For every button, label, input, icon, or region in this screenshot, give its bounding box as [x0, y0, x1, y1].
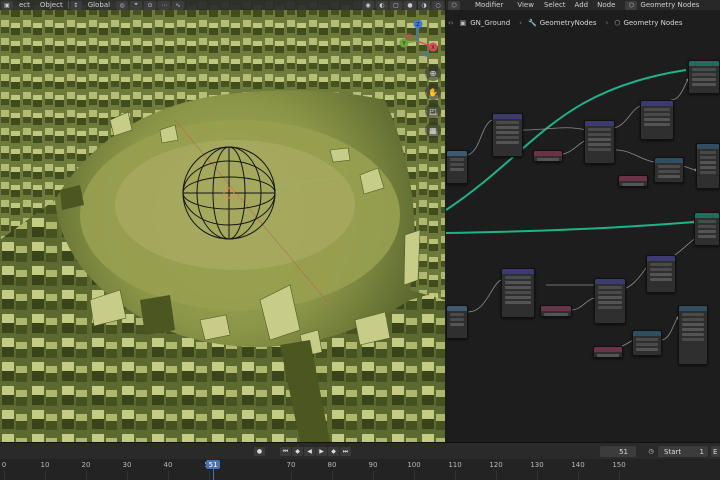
timeline-header: ● ⏮ ◆ ◀ ▶ ◆ ⏭ 51 ◷ Start 1 E — [0, 443, 720, 459]
ruler-tick-label: 140 — [571, 461, 585, 469]
pan-hand-icon[interactable]: ✋ — [425, 84, 441, 100]
jump-start-icon[interactable]: ⏮ — [280, 447, 291, 456]
camera-view-icon[interactable]: ◰ — [425, 103, 441, 119]
proportional-icon[interactable]: ⊙ — [144, 0, 157, 10]
gizmo-x-label: X — [431, 45, 435, 51]
node-set-position-2[interactable] — [646, 255, 676, 293]
ruler-tick-label: 40 — [163, 461, 173, 469]
ruler-tick-label: 70 — [286, 461, 296, 469]
ruler-tick-line — [168, 471, 169, 480]
ruler-tick-line — [578, 471, 579, 480]
proportional-editing-icon[interactable]: ∿ — [172, 0, 185, 10]
visibility-icon[interactable]: ◉ — [362, 0, 374, 10]
navigation-gizmo[interactable]: X Y Z — [392, 16, 442, 66]
node-value[interactable] — [533, 150, 563, 162]
xray-icon[interactable]: ▢ — [390, 0, 402, 10]
transform-icon[interactable]: ↕ — [69, 0, 82, 10]
node-vector-math-2[interactable] — [584, 120, 615, 164]
node-vector-math-3[interactable] — [501, 268, 535, 318]
ruler-tick-line — [414, 471, 415, 480]
ruler-tick-line — [4, 471, 5, 480]
shading-solid-icon[interactable]: ● — [404, 0, 416, 10]
ruler-tick-line — [127, 471, 128, 480]
ruler-tick-line — [86, 471, 87, 480]
header-divider — [67, 1, 69, 9]
node-float-2[interactable] — [593, 346, 623, 358]
zoom-icon[interactable]: ⊕ — [425, 65, 441, 81]
snap-icon[interactable]: ⌖ — [130, 0, 143, 10]
node-vector-math-4[interactable] — [594, 278, 626, 324]
ruler-tick-label: 20 — [81, 461, 91, 469]
start-value: 1 — [699, 447, 704, 456]
ruler-tick-label: 30 — [122, 461, 132, 469]
node-set-position-out[interactable] — [688, 60, 720, 94]
3d-viewport[interactable]: ▣ ect Object ↕ Global ◎ ⌖ ⊙ ⋯ ∿ ◉ ◐ ▢ ● … — [0, 0, 445, 442]
node-editor[interactable]: ⬡ Modifier View Select Add Node ⬡ Geomet… — [446, 0, 720, 442]
shading-rendered-icon[interactable]: ○ — [432, 0, 444, 10]
keyframe-dot-icon[interactable]: ● — [254, 447, 265, 456]
ruler-tick-label: 150 — [612, 461, 626, 469]
end-frame-field[interactable]: E — [711, 446, 720, 457]
ruler-tick-label: 10 — [40, 461, 50, 469]
ruler-tick-line — [496, 471, 497, 480]
start-frame-field[interactable]: Start 1 — [658, 446, 708, 457]
viewport-header: ▣ ect Object ↕ Global ◎ ⌖ ⊙ ⋯ ∿ ◉ ◐ ▢ ● … — [0, 0, 445, 10]
ruler-tick-label: 90 — [368, 461, 378, 469]
timeline-ruler[interactable]: 0102030405070809010011012013014015051 — [0, 459, 720, 480]
node-links — [446, 69, 698, 351]
menu-partial[interactable]: ect — [14, 1, 35, 9]
menu-object[interactable]: Object — [35, 1, 68, 9]
snap-settings-icon[interactable]: ⋯ — [158, 0, 171, 10]
node-vector-math[interactable] — [492, 113, 523, 157]
play-icon[interactable]: ▶ — [316, 447, 327, 456]
orientation-dropdown[interactable]: Global — [83, 1, 115, 9]
pivot-icon[interactable]: ◎ — [116, 0, 129, 10]
node-group-input-2[interactable] — [446, 305, 468, 339]
start-label: Start — [664, 447, 682, 456]
ruler-tick-line — [619, 471, 620, 480]
play-reverse-icon[interactable]: ◀ — [304, 447, 315, 456]
node-separate-xyz[interactable] — [654, 157, 684, 183]
ruler-tick-label: 80 — [327, 461, 337, 469]
ruler-tick-line — [332, 471, 333, 480]
ruler-tick-line — [373, 471, 374, 480]
editor-type-icon[interactable]: ▣ — [1, 0, 13, 10]
jump-prev-key-icon[interactable]: ◆ — [292, 447, 303, 456]
ruler-tick-line — [209, 471, 210, 480]
blender-window: ▣ ect Object ↕ Global ◎ ⌖ ⊙ ⋯ ∿ ◉ ◐ ▢ ● … — [0, 0, 720, 480]
ruler-tick-line — [291, 471, 292, 480]
node-set-position-out-2[interactable] — [694, 212, 720, 246]
jump-next-key-icon[interactable]: ◆ — [328, 447, 339, 456]
gizmo-z-label: Z — [416, 22, 420, 28]
node-group-input[interactable] — [446, 150, 468, 184]
ruler-tick-label: 120 — [489, 461, 503, 469]
ruler-tick-line — [455, 471, 456, 480]
playhead-line[interactable] — [213, 469, 215, 480]
node-float[interactable] — [618, 175, 648, 187]
ruler-tick-label: 110 — [448, 461, 462, 469]
perspective-grid-icon[interactable]: ▦ — [425, 122, 441, 138]
timeline[interactable]: ● ⏮ ◆ ◀ ▶ ◆ ⏭ 51 ◷ Start 1 E 01020304050… — [0, 442, 720, 480]
jump-end-icon[interactable]: ⏭ — [340, 447, 351, 456]
node-switch[interactable] — [696, 143, 720, 189]
wireframe-sphere-empty — [182, 146, 276, 240]
ruler-tick-label: 100 — [407, 461, 421, 469]
ruler-tick-label: 0 — [1, 461, 7, 469]
node-separate-xyz-2[interactable] — [632, 330, 662, 356]
node-set-position[interactable] — [640, 100, 674, 140]
ruler-tick-line — [537, 471, 538, 480]
ruler-tick-line — [45, 471, 46, 480]
playhead-frame-indicator[interactable]: 51 — [206, 460, 221, 469]
shading-material-icon[interactable]: ◑ — [418, 0, 430, 10]
clock-icon[interactable]: ◷ — [646, 447, 656, 456]
ruler-tick-label: 130 — [530, 461, 544, 469]
node-map-range[interactable] — [678, 305, 708, 365]
city-scene-render — [0, 0, 445, 442]
overlays-icon[interactable]: ◐ — [376, 0, 388, 10]
node-value-2[interactable] — [540, 305, 572, 317]
current-frame-field[interactable]: 51 — [600, 446, 636, 457]
